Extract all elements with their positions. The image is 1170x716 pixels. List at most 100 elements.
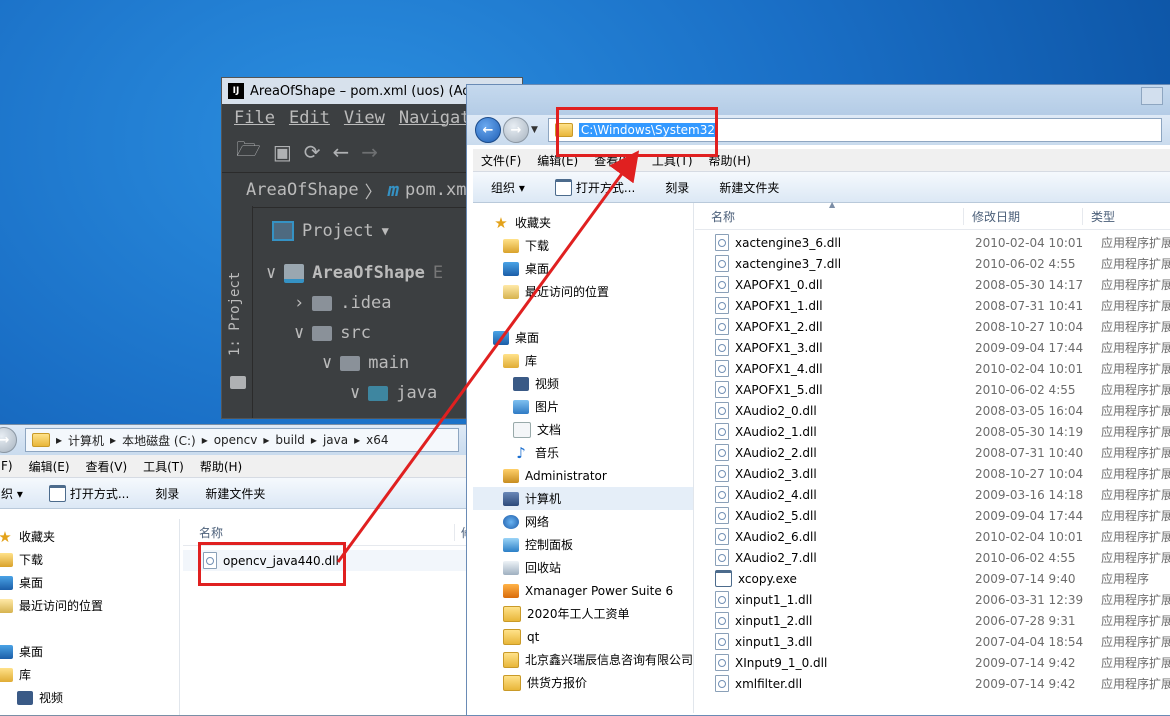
breadcrumb-project[interactable]: AreaOfShape [246, 180, 359, 200]
nav-computer[interactable]: 计算机 [473, 487, 693, 510]
menu-view[interactable]: 查看(V) [86, 458, 128, 475]
expand-arrow-icon[interactable]: ∨ [322, 353, 332, 373]
nav-folder-wages[interactable]: 2020年工人工资单 [473, 602, 693, 625]
file-row[interactable]: XAPOFX1_4.dll 2010-02-04 10:01 应用程序扩展 [695, 358, 1170, 379]
menu-edit[interactable]: 编辑(E) [29, 458, 70, 475]
file-row[interactable]: XAudio2_7.dll 2010-06-02 4:55 应用程序扩展 [695, 547, 1170, 568]
file-row[interactable]: XAudio2_1.dll 2008-05-30 14:19 应用程序扩展 [695, 421, 1170, 442]
nav-recycle-bin[interactable]: 回收站 [473, 556, 693, 579]
file-row[interactable]: xactengine3_6.dll 2010-02-04 10:01 应用程序扩展 [695, 232, 1170, 253]
file-row[interactable]: xinput1_2.dll 2006-07-28 9:31 应用程序扩展 [695, 610, 1170, 631]
nav-videos[interactable]: 视频 [473, 372, 693, 395]
nav-folder-qt[interactable]: qt [473, 625, 693, 648]
nav-pictures[interactable]: 图片 [473, 395, 693, 418]
file-row[interactable]: xcopy.exe 2009-07-14 9:40 应用程序 [695, 568, 1170, 589]
minimize-button[interactable] [1141, 87, 1163, 105]
address-segment-drive[interactable]: 本地磁盘 (C:) [122, 432, 196, 449]
address-segment-x64[interactable]: x64 [366, 433, 388, 447]
menu-file[interactable]: 文件(F) [481, 152, 521, 169]
save-icon[interactable]: ▣ [273, 140, 292, 164]
nav-recent-places[interactable]: 最近访问的位置 [473, 280, 693, 303]
file-row[interactable]: XAudio2_6.dll 2010-02-04 10:01 应用程序扩展 [695, 526, 1170, 547]
forward-button[interactable]: → [503, 117, 529, 143]
open-with-button[interactable]: 打开方式... [554, 178, 635, 196]
dropdown-arrow-icon[interactable]: ▼ [382, 224, 389, 238]
file-row[interactable]: XAudio2_2.dll 2008-07-31 10:40 应用程序扩展 [695, 442, 1170, 463]
file-row[interactable]: XAPOFX1_5.dll 2010-06-02 4:55 应用程序扩展 [695, 379, 1170, 400]
menu-tools[interactable]: 工具(T) [143, 458, 184, 475]
nav-documents[interactable]: 文档 [473, 418, 693, 441]
recent-pages-dropdown-icon[interactable]: ▼ [531, 125, 538, 135]
ij-menu-view[interactable]: View [344, 108, 385, 128]
nav-control-panel[interactable]: 控制面板 [473, 533, 693, 556]
sync-icon[interactable]: ⟳ [304, 140, 321, 164]
column-name[interactable]: 名称 [695, 207, 964, 225]
open-folder-icon[interactable]: 🗁 [236, 135, 261, 169]
nav-desktop[interactable]: 桌面 [473, 257, 693, 280]
back-arrow-icon[interactable]: ← [332, 140, 349, 164]
column-name[interactable]: 名称 [183, 523, 455, 541]
open-with-button[interactable]: 打开方式... [48, 484, 129, 502]
nav-folder-quotes[interactable]: 供货方报价 [473, 671, 693, 694]
file-row[interactable]: xactengine3_7.dll 2010-06-02 4:55 应用程序扩展 [695, 253, 1170, 274]
tree-node-src[interactable]: ∨ src [266, 318, 443, 348]
address-segment-java[interactable]: java [323, 433, 348, 447]
organize-button[interactable]: 组织 ▾ [491, 179, 525, 196]
tree-node-java[interactable]: ∨ java [266, 378, 443, 408]
nav-videos[interactable]: 视频 [0, 686, 179, 709]
nav-desktop[interactable]: 桌面 [0, 571, 179, 594]
file-row[interactable]: XInput9_1_0.dll 2009-07-14 9:42 应用程序扩展 [695, 652, 1170, 673]
nav-network[interactable]: 网络 [473, 510, 693, 533]
forward-button[interactable]: → [0, 427, 17, 453]
file-row[interactable]: xmlfilter.dll 2009-07-14 9:42 应用程序扩展 [695, 673, 1170, 694]
address-segment-computer[interactable]: 计算机 [68, 432, 104, 449]
tree-node-main[interactable]: ∨ main [266, 348, 443, 378]
menu-file[interactable]: F) [1, 459, 13, 473]
nav-favorites[interactable]: ★ 收藏夹 [473, 211, 693, 234]
project-tool-tab[interactable]: 1: Project [227, 272, 243, 356]
organize-button[interactable]: 织 ▾ [1, 485, 23, 502]
nav-desktop-root[interactable]: 桌面 [473, 326, 693, 349]
file-row[interactable]: XAudio2_3.dll 2008-10-27 10:04 应用程序扩展 [695, 463, 1170, 484]
new-folder-button[interactable]: 新建文件夹 [719, 179, 779, 196]
forward-arrow-icon[interactable]: → [361, 140, 378, 164]
ij-menu-navigate[interactable]: Navigat [399, 108, 471, 128]
nav-xmanager[interactable]: Xmanager Power Suite 6 [473, 579, 693, 602]
nav-libraries[interactable]: 库 [0, 663, 179, 686]
expand-arrow-icon[interactable]: ∨ [350, 383, 360, 403]
menu-help[interactable]: 帮助(H) [200, 458, 242, 475]
ij-menu-file[interactable]: File [234, 108, 275, 128]
file-row[interactable]: xinput1_1.dll 2006-03-31 12:39 应用程序扩展 [695, 589, 1170, 610]
new-folder-button[interactable]: 新建文件夹 [205, 485, 265, 502]
column-date[interactable]: 修改日期 [964, 207, 1083, 225]
nav-downloads[interactable]: 下载 [473, 234, 693, 257]
nav-favorites[interactable]: ★ 收藏夹 [0, 525, 179, 548]
address-bar[interactable]: ▸ 计算机 ▸ 本地磁盘 (C:) ▸ opencv ▸ build ▸ jav… [25, 428, 459, 452]
file-row[interactable]: XAPOFX1_0.dll 2008-05-30 14:17 应用程序扩展 [695, 274, 1170, 295]
ij-menu-edit[interactable]: Edit [289, 108, 330, 128]
project-panel-title[interactable]: Project [302, 221, 374, 241]
expand-arrow-icon[interactable]: ∨ [266, 263, 276, 283]
file-row[interactable]: XAPOFX1_3.dll 2009-09-04 17:44 应用程序扩展 [695, 337, 1170, 358]
nav-libraries[interactable]: 库 [473, 349, 693, 372]
burn-button[interactable]: 刻录 [155, 485, 179, 502]
breadcrumb-file[interactable]: pom.xm [405, 180, 466, 200]
burn-button[interactable]: 刻录 [665, 179, 689, 196]
tree-node-areaofshape[interactable]: ∨ AreaOfShape E [266, 258, 443, 288]
file-row[interactable]: XAPOFX1_2.dll 2008-10-27 10:04 应用程序扩展 [695, 316, 1170, 337]
back-button[interactable]: ← [475, 117, 501, 143]
file-row[interactable]: XAudio2_0.dll 2008-03-05 16:04 应用程序扩展 [695, 400, 1170, 421]
tree-node-idea[interactable]: › .idea [266, 288, 443, 318]
collapse-arrow-icon[interactable]: › [294, 293, 304, 313]
nav-folder-company[interactable]: 北京鑫兴瑞辰信息咨询有限公司 [473, 648, 693, 671]
nav-administrator[interactable]: Administrator [473, 464, 693, 487]
nav-music[interactable]: ♪ 音乐 [473, 441, 693, 464]
file-row[interactable]: XAudio2_5.dll 2009-09-04 17:44 应用程序扩展 [695, 505, 1170, 526]
nav-desktop-root[interactable]: 桌面 [0, 640, 179, 663]
column-type[interactable]: 类型 [1083, 208, 1115, 225]
expand-arrow-icon[interactable]: ∨ [294, 323, 304, 343]
address-segment-build[interactable]: build [275, 433, 305, 447]
file-row[interactable]: XAPOFX1_1.dll 2008-07-31 10:41 应用程序扩展 [695, 295, 1170, 316]
file-row[interactable]: xinput1_3.dll 2007-04-04 18:54 应用程序扩展 [695, 631, 1170, 652]
nav-recent-places[interactable]: 最近访问的位置 [0, 594, 179, 617]
